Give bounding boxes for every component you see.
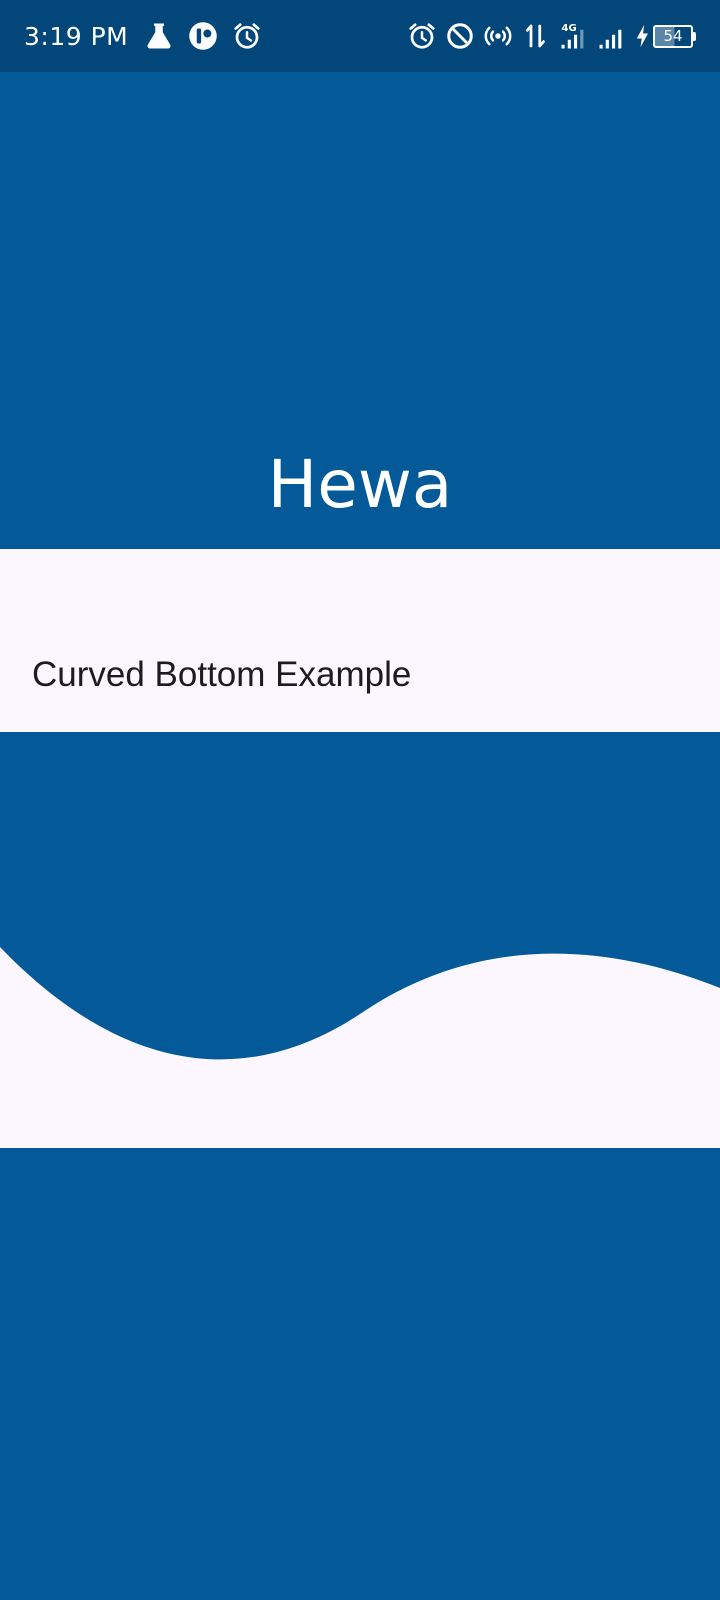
curved-bottom-container [0,732,720,1148]
caption-text: Curved Bottom Example [32,655,412,694]
app-header: Hewa [0,72,720,549]
charging-icon [635,21,651,51]
battery-level: 54 [653,24,693,48]
do-not-disturb-icon [445,21,475,51]
data-transfer-icon [521,21,551,51]
app-title: Hewa [267,446,453,523]
battery-indicator: 54 [653,24,696,48]
status-bar-right: 4G 54 [407,21,696,51]
hotspot-icon [483,21,513,51]
battery-tip [693,31,696,41]
signal-4g-icon: 4G [559,21,589,51]
status-time: 3:19 PM [24,21,129,51]
status-bar-left: 3:19 PM [24,21,276,51]
curved-bottom-shape [0,732,720,1060]
signal-icon [597,21,627,51]
alarm-icon [232,21,262,51]
caption-band: Curved Bottom Example [0,549,720,732]
network-type-label: 4G [562,23,577,34]
wave-shape [0,732,720,1060]
alarm-icon [407,21,437,51]
app-indicator-icon [188,21,218,51]
bottom-section [0,1148,720,1600]
status-bar: 3:19 PM 4G 54 [0,0,720,72]
flask-icon [144,21,174,51]
